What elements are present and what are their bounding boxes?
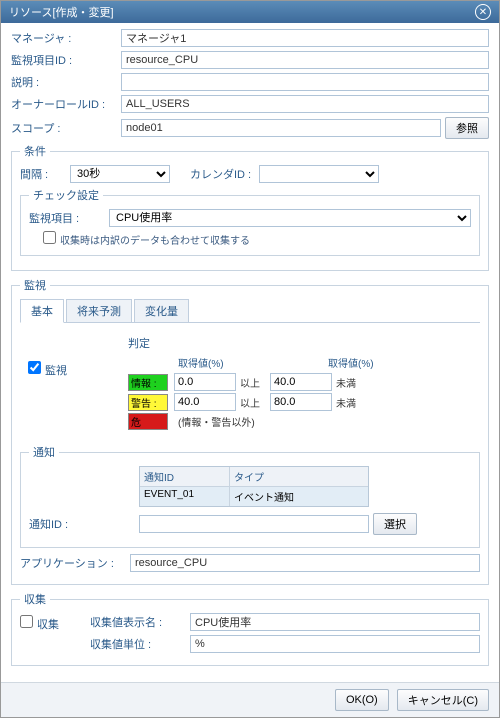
warn-high-input[interactable]	[270, 393, 332, 411]
scope-ref-button[interactable]: 参照	[445, 117, 489, 139]
scope-label: スコープ :	[11, 120, 121, 136]
table-row[interactable]: EVENT_01イベント通知	[140, 487, 368, 506]
warn-low-input[interactable]	[174, 393, 236, 411]
judge-row-crit: 危 (情報・警告以外)	[128, 413, 472, 430]
notify-legend: 通知	[29, 444, 59, 460]
description-input[interactable]	[121, 73, 489, 91]
breakdown-note: 収集時は内訳のデータも合わせて収集する	[60, 236, 250, 247]
judge-row-info: 情報 : 以上 未満	[128, 373, 472, 391]
titlebar: リソース[作成・変更] ✕	[1, 1, 499, 23]
collect-checkbox[interactable]	[20, 615, 33, 628]
calendar-label: カレンダID :	[190, 166, 251, 182]
interval-select[interactable]: 30秒	[70, 165, 170, 183]
app-label: アプリケーション :	[20, 555, 130, 571]
check-legend: チェック設定	[29, 187, 103, 203]
display-name-input[interactable]	[190, 613, 480, 631]
notify-th-type: タイプ	[230, 467, 368, 486]
collect-legend: 収集	[20, 591, 50, 607]
unit-input[interactable]	[190, 635, 480, 653]
tabs: 基本 将来予測 変化量	[20, 299, 480, 323]
tab-future[interactable]: 将来予測	[66, 299, 132, 322]
condition-legend: 条件	[20, 143, 50, 159]
manager-input[interactable]	[121, 29, 489, 47]
scope-input[interactable]	[121, 119, 441, 137]
info-low-input[interactable]	[174, 373, 236, 391]
calendar-select[interactable]	[259, 165, 379, 183]
notify-id-label: 通知ID :	[29, 516, 139, 532]
owner-role-input[interactable]	[121, 95, 489, 113]
notify-th-id: 通知ID	[140, 467, 230, 486]
breakdown-checkbox[interactable]	[43, 231, 56, 244]
judge-title: 判定	[128, 335, 472, 351]
close-icon[interactable]: ✕	[475, 4, 491, 20]
tab-basic[interactable]: 基本	[20, 299, 64, 323]
check-fieldset: チェック設定 監視項目 : CPU使用率 収集時は内訳のデータも合わせて収集する	[20, 187, 480, 256]
monitor-checkbox-label: 監視	[45, 365, 67, 377]
monitor-checkbox[interactable]	[28, 361, 41, 374]
unit-label: 収集値単位 :	[90, 636, 190, 652]
monitor-id-input[interactable]	[121, 51, 489, 69]
monitor-item-label: 監視項目 :	[29, 210, 109, 226]
tab-change[interactable]: 変化量	[134, 299, 189, 322]
judge-col1: 取得値(%)	[178, 355, 278, 370]
collect-fieldset: 収集 収集 収集値表示名 : 収集値単位 :	[11, 591, 489, 666]
condition-fieldset: 条件 間隔 : 30秒 カレンダID : チェック設定 監視項目 : CPU使用…	[11, 143, 489, 271]
collect-checkbox-label: 収集	[37, 619, 59, 631]
monitor-legend: 監視	[20, 277, 50, 293]
crit-note: (情報・警告以外)	[178, 414, 255, 429]
notify-table: 通知IDタイプ EVENT_01イベント通知	[139, 466, 369, 507]
app-input[interactable]	[130, 554, 480, 572]
dialog-title: リソース[作成・変更]	[9, 4, 114, 20]
notify-select-button[interactable]: 選択	[373, 513, 417, 535]
interval-label: 間隔 :	[20, 166, 70, 182]
notify-id-input[interactable]	[139, 515, 369, 533]
notify-fieldset: 通知 通知IDタイプ EVENT_01イベント通知 通知ID : 選択	[20, 444, 480, 548]
judge-col2: 取得値(%)	[328, 355, 428, 370]
ok-button[interactable]: OK(O)	[335, 689, 389, 711]
info-high-input[interactable]	[270, 373, 332, 391]
judge-row-warn: 警告 : 以上 未満	[128, 393, 472, 411]
monitor-fieldset: 監視 基本 将来予測 変化量 監視 判定 取得値(%) 取得値(%) 情報 : 以…	[11, 277, 489, 585]
monitor-id-label: 監視項目ID :	[11, 52, 121, 68]
cancel-button[interactable]: キャンセル(C)	[397, 689, 489, 711]
owner-role-label: オーナーロールID :	[11, 96, 121, 112]
display-name-label: 収集値表示名 :	[90, 614, 190, 630]
manager-label: マネージャ :	[11, 30, 121, 46]
crit-badge: 危	[128, 413, 168, 430]
info-badge: 情報 :	[128, 374, 168, 391]
monitor-item-select[interactable]: CPU使用率	[109, 209, 471, 227]
warn-badge: 警告 :	[128, 394, 168, 411]
description-label: 説明 :	[11, 74, 121, 90]
